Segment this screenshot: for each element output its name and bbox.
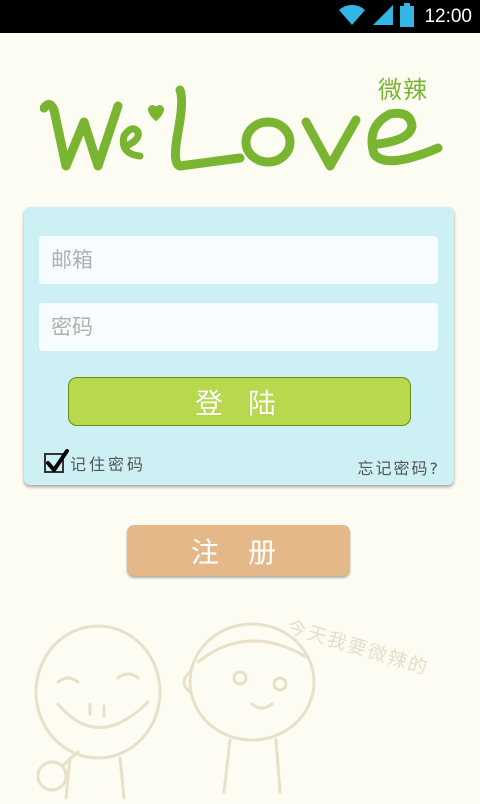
login-button[interactable]: 登 陆 [68, 377, 411, 426]
battery-icon [400, 2, 415, 31]
email-input[interactable] [39, 236, 438, 284]
forgot-password-link[interactable]: 忘记密码? [358, 455, 441, 479]
login-card: 登 陆 记住密码 忘记密码? [24, 207, 454, 485]
logo-subtitle: 微辣 [378, 76, 428, 104]
register-button[interactable]: 注 册 [127, 525, 350, 576]
status-bar: 12:00 [0, 0, 480, 33]
clock: 12:00 [424, 5, 472, 27]
status-icons: 12:00 [338, 0, 472, 33]
password-input[interactable] [39, 303, 438, 351]
checkmark-icon [46, 449, 69, 472]
remember-password-toggle[interactable]: 记住密码 [44, 449, 147, 476]
checkbox[interactable] [44, 449, 69, 473]
cell-signal-icon [372, 4, 394, 30]
couple-illustration [18, 612, 348, 800]
wifi-icon [338, 4, 366, 30]
remember-password-label: 记住密码 [70, 455, 147, 474]
